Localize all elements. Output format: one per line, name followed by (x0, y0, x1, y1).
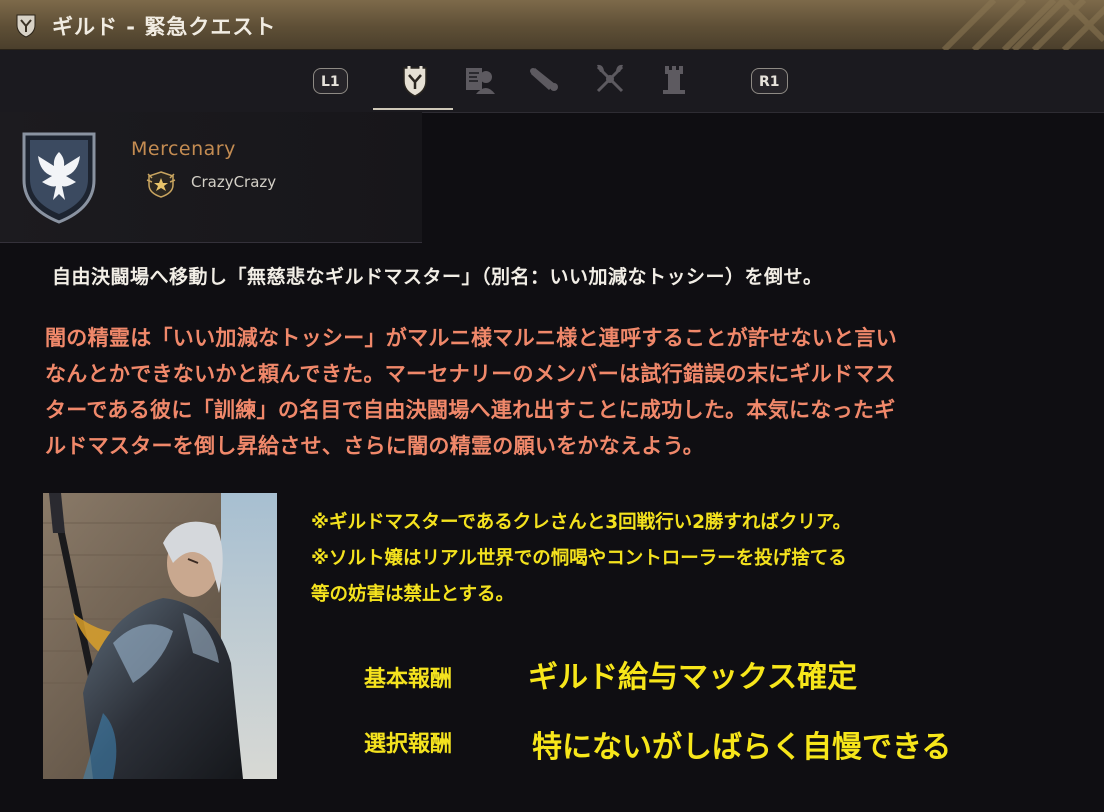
window-title: ギルド - 緊急クエスト (52, 15, 277, 39)
story-line: ルドマスターを倒し昇給させ、さらに闇の精霊の願いをかなえよう。 (45, 434, 705, 458)
crossed-axes-icon (596, 64, 624, 93)
quest-portrait-image (43, 493, 277, 779)
quest-note: 等の妨害は禁止とする。 (311, 584, 514, 605)
tab-base[interactable] (654, 62, 694, 100)
r1-button[interactable]: R1 (751, 68, 788, 94)
tab-quests[interactable] (524, 62, 564, 100)
basic-reward-label: 基本報酬 (364, 667, 453, 692)
guild-crest-icon (403, 66, 427, 97)
scroll-icon (530, 68, 558, 91)
tab-battle[interactable] (590, 62, 630, 100)
active-tab-indicator (373, 108, 453, 110)
basic-reward-value: ギルド給与マックス確定 (528, 660, 858, 695)
guild-master-name: CrazyCrazy (191, 173, 277, 191)
title-bar-pattern (941, 0, 1104, 50)
guild-name: Mercenary (131, 138, 236, 160)
quest-objective: 自由決闘場へ移動し「無慈悲なギルドマスター」（別名：いい加減なトッシー）を倒せ。 (52, 266, 823, 288)
tab-guild-members[interactable] (459, 62, 499, 100)
story-line: なんとかできないかと頼んできた。マーセナリーのメンバーは試行錯誤の末にギルドマス (45, 362, 896, 386)
guild-crest-icon (16, 14, 36, 38)
guild-master-badge-icon (146, 171, 176, 198)
guild-member-icon (466, 68, 495, 94)
guild-info-panel: Mercenary CrazyCrazy (0, 112, 422, 243)
tower-icon (663, 66, 685, 94)
quest-note: ※ギルドマスターであるクレさんと3回戦行い2勝すればクリア。 (311, 512, 852, 533)
tab-guild-info[interactable] (395, 62, 435, 100)
select-reward-label: 選択報酬 (364, 732, 453, 757)
story-line: 闇の精霊は「いい加減なトッシー」がマルニ様マルニ様と連呼することが許せないと言い (45, 326, 897, 350)
title-bar: ギルド - 緊急クエスト (0, 0, 1104, 50)
quest-note: ※ソルト嬢はリアル世界での恫喝やコントローラーを投げ捨てる (311, 548, 847, 569)
eagle-shield-icon (22, 132, 96, 224)
story-line: ターである彼に「訓練」の名目で自由決闘場へ連れ出すことに成功した。本気になったギ (45, 398, 896, 422)
l1-button[interactable]: L1 (313, 68, 348, 94)
select-reward-value: 特にないがしばらく自慢できる (532, 730, 952, 765)
tab-bar: L1 R1 (0, 50, 1104, 113)
quest-story: 闇の精霊は「いい加減なトッシー」がマルニ様マルニ様と連呼することが許せないと言い… (45, 320, 1065, 464)
